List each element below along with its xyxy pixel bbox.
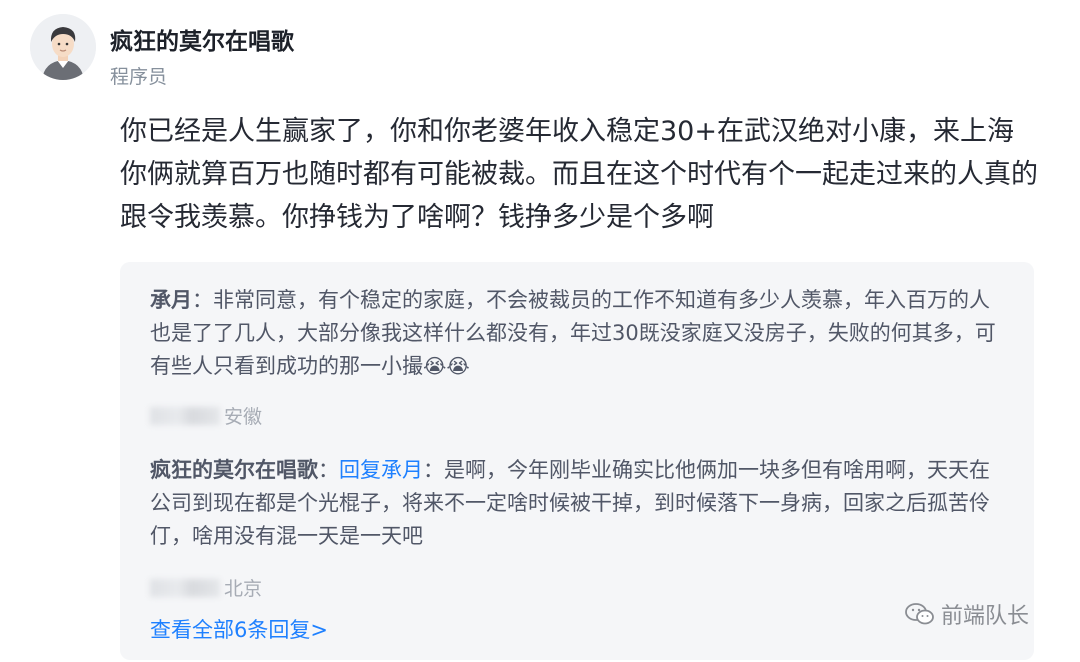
author-title: 程序员 [110, 66, 168, 88]
reply-to-link[interactable]: 回复承月 [339, 458, 423, 482]
avatar-illustration [30, 14, 96, 80]
reply-separator: ： [192, 288, 213, 312]
reply-item: 承月：非常同意，有个稳定的家庭，不会被裁员的工作不知道有多少人羡慕，年入百万的人… [150, 284, 1010, 383]
watermark: 前端队长 [905, 598, 1029, 630]
avatar[interactable] [30, 14, 96, 80]
reply-list: 承月：非常同意，有个稳定的家庭，不会被裁员的工作不知道有多少人羡慕，年入百万的人… [120, 262, 1034, 660]
crying-emoji-icon: 😭😭 [423, 354, 470, 378]
reply-separator: ： [318, 458, 339, 482]
comment-text: 你已经是人生赢家了，你和你老婆年收入稳定30+在武汉绝对小康，来上海你俩就算百万… [120, 116, 1038, 233]
view-all-replies-link[interactable]: 查看全部6条回复> [150, 614, 328, 644]
wechat-icon [905, 603, 934, 625]
reply-location: 安徽 [224, 406, 263, 428]
reply-item: 疯狂的莫尔在唱歌：回复承月：是啊，今年刚毕业确实比他俩加一块多但有啥用啊，天天在… [150, 454, 1010, 553]
reply-meta: 安徽 [150, 402, 262, 429]
blurred-timestamp [150, 407, 220, 425]
reply-author[interactable]: 承月 [150, 288, 192, 312]
author-name[interactable]: 疯狂的莫尔在唱歌 [110, 22, 294, 56]
reply-text: 非常同意，有个稳定的家庭，不会被裁员的工作不知道有多少人羡慕，年入百万的人也是了… [150, 288, 996, 378]
reply-separator: ： [423, 458, 444, 482]
reply-author[interactable]: 疯狂的莫尔在唱歌 [150, 458, 318, 482]
watermark-text: 前端队长 [941, 604, 1030, 629]
reply-meta: 北京 [150, 574, 262, 601]
blurred-timestamp [150, 579, 220, 597]
reply-location: 北京 [224, 578, 263, 600]
